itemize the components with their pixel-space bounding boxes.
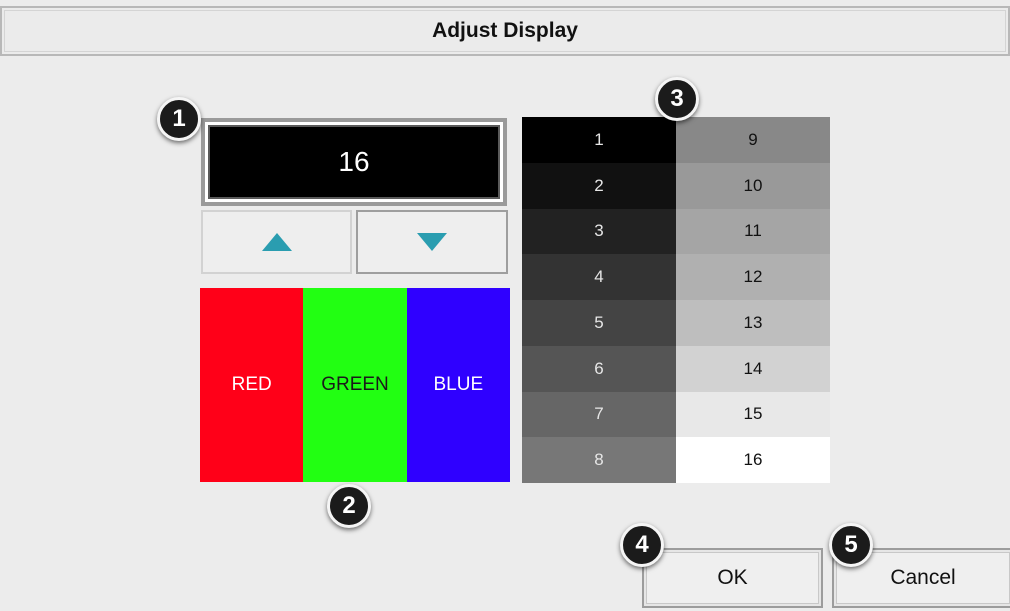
grayscale-cell: 6 bbox=[522, 345, 676, 392]
grayscale-cell-label: 15 bbox=[743, 404, 763, 424]
grayscale-cell-label: 8 bbox=[594, 450, 604, 470]
up-triangle-icon bbox=[261, 233, 292, 251]
grayscale-cell: 9 bbox=[676, 117, 830, 163]
grayscale-cell-label: 2 bbox=[594, 175, 604, 195]
grayscale-cell-label: 16 bbox=[743, 450, 763, 470]
grayscale-cell-label: 13 bbox=[743, 312, 763, 332]
dialog-title: Adjust Display bbox=[432, 19, 578, 42]
grayscale-cell: 8 bbox=[522, 437, 676, 483]
value-display-text: 16 bbox=[338, 146, 370, 177]
grayscale-cell: 1 bbox=[522, 117, 676, 163]
grayscale-cell: 16 bbox=[676, 437, 830, 483]
callout-badge-3: 3 bbox=[655, 77, 699, 121]
green-bar-label: GREEN bbox=[321, 374, 389, 395]
grayscale-cell-label: 9 bbox=[748, 129, 758, 149]
grayscale-cell-label: 6 bbox=[594, 358, 604, 378]
rgb-color-bars: RED GREEN BLUE bbox=[200, 288, 510, 482]
grayscale-cell: 10 bbox=[676, 162, 830, 209]
callout-badge-2: 2 bbox=[327, 484, 371, 528]
grayscale-cell-label: 12 bbox=[743, 267, 763, 287]
grayscale-cell-label: 7 bbox=[594, 404, 604, 424]
grayscale-cell-label: 3 bbox=[594, 221, 604, 241]
grayscale-cell-label: 14 bbox=[743, 358, 763, 378]
grayscale-cell: 12 bbox=[676, 254, 830, 300]
red-bar: RED bbox=[200, 288, 304, 482]
grayscale-cell: 15 bbox=[676, 391, 830, 438]
callout-badge-1: 1 bbox=[157, 97, 201, 141]
grayscale-cell: 3 bbox=[522, 208, 676, 255]
grayscale-cell: 14 bbox=[676, 345, 830, 392]
blue-bar-label: BLUE bbox=[433, 374, 484, 395]
ok-button-label: OK bbox=[717, 566, 748, 589]
decrement-button[interactable] bbox=[356, 210, 508, 274]
grayscale-cell: 13 bbox=[676, 300, 830, 346]
grayscale-cell-label: 5 bbox=[594, 312, 604, 332]
grayscale-grid: 1 2 3 4 5 6 7 8 9 10 11 12 13 14 15 16 bbox=[522, 117, 830, 483]
dialog-title-bar: Adjust Display bbox=[0, 6, 1010, 56]
grayscale-cell: 5 bbox=[522, 300, 676, 346]
grayscale-cell: 11 bbox=[676, 208, 830, 255]
value-display: 16 bbox=[201, 118, 507, 206]
down-triangle-icon bbox=[417, 233, 447, 251]
blue-bar: BLUE bbox=[406, 288, 510, 482]
grayscale-cell-label: 1 bbox=[594, 129, 604, 149]
grayscale-cell-label: 10 bbox=[743, 175, 763, 195]
grayscale-cell: 7 bbox=[522, 391, 676, 438]
grayscale-cell: 4 bbox=[522, 254, 676, 300]
red-bar-label: RED bbox=[231, 374, 272, 395]
callout-badge-5: 5 bbox=[829, 523, 873, 567]
green-bar: GREEN bbox=[303, 288, 407, 482]
grayscale-cell: 2 bbox=[522, 162, 676, 209]
ok-button[interactable]: OK bbox=[642, 548, 823, 608]
grayscale-cell-label: 11 bbox=[744, 221, 762, 241]
cancel-button-label: Cancel bbox=[890, 566, 956, 589]
increment-button[interactable] bbox=[201, 210, 352, 274]
grayscale-cell-label: 4 bbox=[594, 267, 604, 287]
callout-badge-4: 4 bbox=[620, 523, 664, 567]
